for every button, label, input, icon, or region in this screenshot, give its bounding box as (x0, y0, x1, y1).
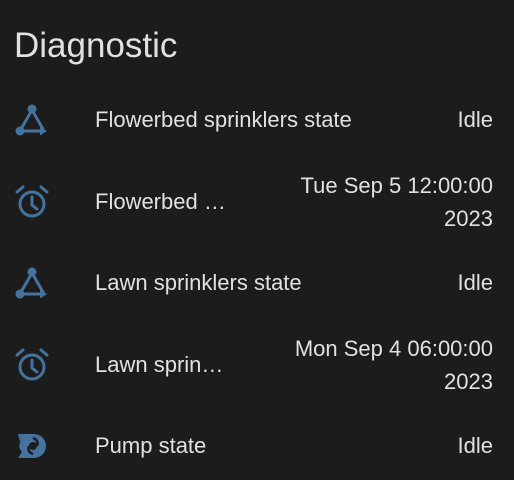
entity-row-flowerbed-sprinklers-state[interactable]: Flowerbed sprinklers state Idle (0, 88, 514, 152)
entity-state: Tue Sep 5 12:00:00 2023 (300, 173, 493, 231)
entity-name: Pump state (95, 433, 207, 458)
alarm-clock-icon (12, 182, 52, 222)
entity-row-flowerbed-next-run[interactable]: Flowerbed … Tue Sep 5 12:00:00 2023 (0, 170, 514, 234)
entity-name: Lawn sprin… (95, 352, 224, 377)
entity-state: Idle (457, 270, 493, 295)
entity-name: Flowerbed … (95, 189, 226, 214)
entity-row-lawn-next-run[interactable]: Lawn sprin… Mon Sep 4 06:00:00 2023 (0, 333, 514, 397)
entity-name: Lawn sprinklers state (95, 270, 302, 295)
diagnostic-card: Diagnostic Flowerbed sprinklers state Id… (0, 0, 514, 480)
section-title: Diagnostic (14, 26, 178, 65)
state-machine-icon (12, 100, 52, 140)
entity-name: Flowerbed sprinklers state (95, 107, 352, 132)
entity-row-lawn-sprinklers-state[interactable]: Lawn sprinklers state Idle (0, 251, 514, 315)
state-machine-icon (12, 263, 52, 303)
entity-state: Idle (457, 433, 493, 458)
entity-row-pump-state[interactable]: Pump state Idle (0, 414, 514, 478)
entity-state: Idle (457, 107, 493, 132)
pump-icon (12, 426, 52, 466)
entity-state: Mon Sep 4 06:00:00 2023 (294, 336, 493, 394)
alarm-clock-icon (12, 345, 52, 385)
